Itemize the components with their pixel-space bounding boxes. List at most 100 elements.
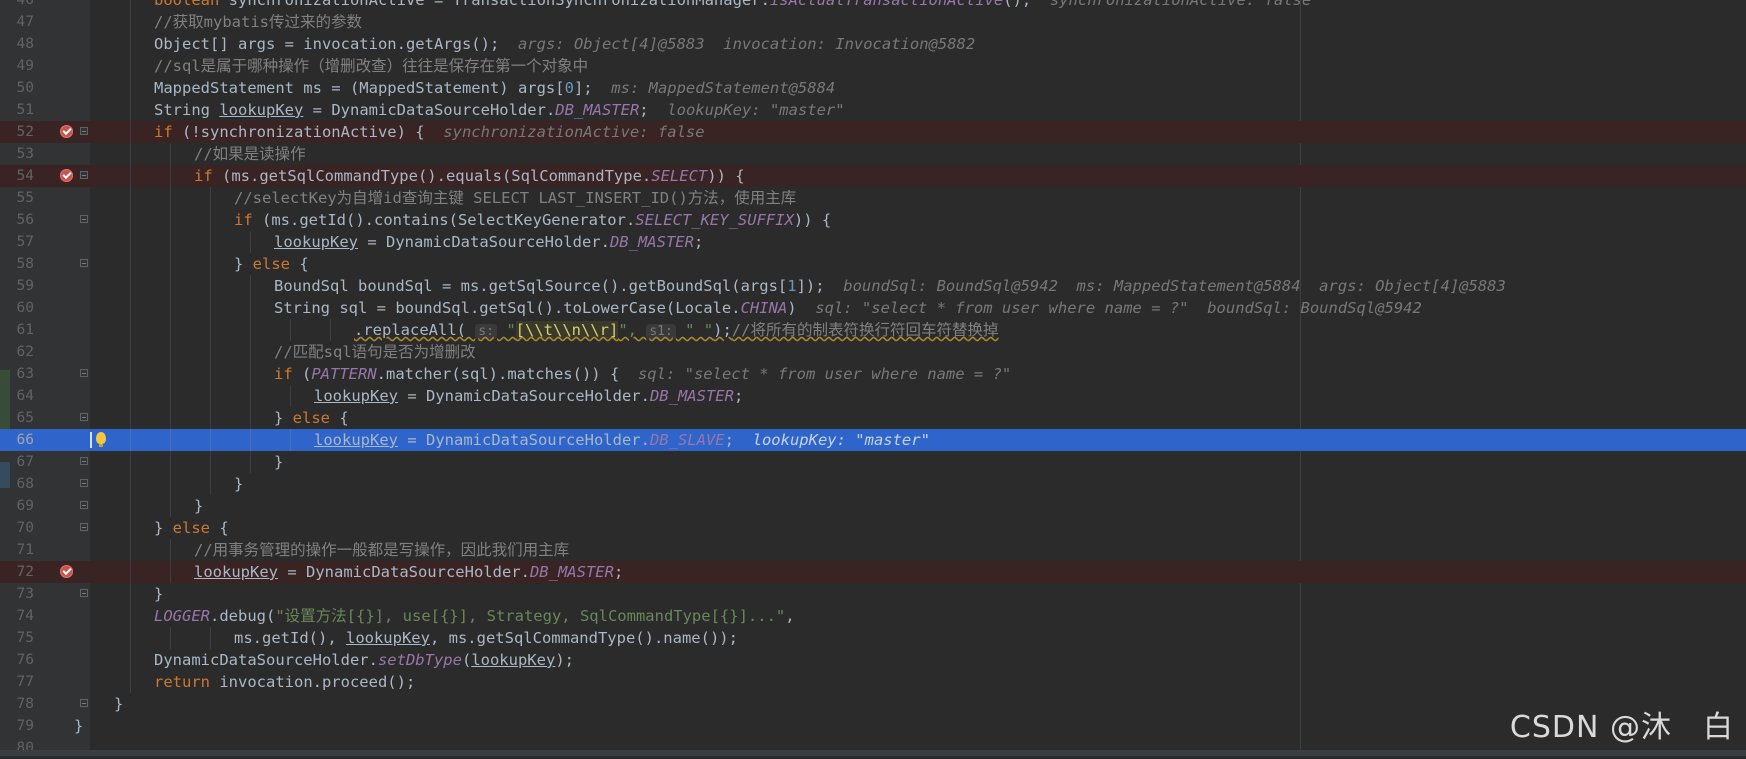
code-line[interactable]: 60 String sql = boundSql.getSql().toLower… <box>0 297 1746 319</box>
code-text[interactable]: BoundSql boundSql = ms.getSqlSource().ge… <box>274 275 1506 297</box>
breakpoint-icon[interactable] <box>60 125 73 138</box>
code-text[interactable]: //selectKey为自增id查询主键 SELECT LAST_INSERT_… <box>234 187 796 209</box>
line-number[interactable]: 53 <box>10 143 34 165</box>
code-text[interactable]: } <box>114 693 123 715</box>
line-number[interactable]: 59 <box>10 275 34 297</box>
fold-icon[interactable] <box>80 457 88 465</box>
code-line[interactable]: 47 //获取mybatis传过来的参数 <box>0 11 1746 33</box>
line-number[interactable]: 52 <box>10 121 34 143</box>
code-line[interactable]: 75 ms.getId(), lookupKey, ms.getSqlComman… <box>0 627 1746 649</box>
line-number[interactable]: 46 <box>10 0 34 11</box>
code-text[interactable]: .replaceAll( s: "[\\t\\n\\r]", s1: " ");… <box>354 319 998 343</box>
line-number[interactable]: 74 <box>10 605 34 627</box>
code-line[interactable]: 59 BoundSql boundSql = ms.getSqlSource().… <box>0 275 1746 297</box>
code-text[interactable]: MappedStatement ms = (MappedStatement) a… <box>154 77 835 99</box>
fold-icon[interactable] <box>80 501 88 509</box>
code-line[interactable]: 68} <box>0 473 1746 495</box>
code-text[interactable]: //用事务管理的操作一般都是写操作，因此我们用主库 <box>194 539 569 561</box>
code-line[interactable]: 49 //sql是属于哪种操作（增删改查）往往是保存在第一个对象中 <box>0 55 1746 77</box>
line-number[interactable]: 64 <box>10 385 34 407</box>
line-number[interactable]: 56 <box>10 209 34 231</box>
line-number[interactable]: 47 <box>10 11 34 33</box>
code-line[interactable]: 70 } else { <box>0 517 1746 539</box>
bottom-scrollbar[interactable] <box>0 750 1746 756</box>
code-line[interactable]: 46 boolean synchronizationActive = Transa… <box>0 0 1746 11</box>
code-line[interactable]: 65 } else { <box>0 407 1746 429</box>
code-text[interactable]: lookupKey = DynamicDataSourceHolder.DB_M… <box>194 561 623 583</box>
code-text[interactable]: //获取mybatis传过来的参数 <box>154 11 362 33</box>
code-text[interactable]: boolean synchronizationActive = Transact… <box>154 0 1311 11</box>
fold-icon[interactable] <box>80 523 88 531</box>
code-text[interactable]: ms.getId(), lookupKey, ms.getSqlCommandT… <box>234 627 738 649</box>
breakpoint-line[interactable]: 72 lookupKey = DynamicDataSourceHolder.DB… <box>0 561 1746 583</box>
line-number[interactable]: 51 <box>10 99 34 121</box>
code-text[interactable]: //如果是读操作 <box>194 143 306 165</box>
fold-icon[interactable] <box>80 589 88 597</box>
code-text[interactable]: lookupKey = DynamicDataSourceHolder.DB_M… <box>314 385 743 407</box>
breakpoint-icon[interactable] <box>60 565 73 578</box>
line-number[interactable]: 67 <box>10 451 34 473</box>
fold-icon[interactable] <box>80 127 88 135</box>
code-text[interactable]: } else { <box>234 253 309 275</box>
code-text[interactable]: } else { <box>274 407 349 429</box>
code-text[interactable]: if (ms.getSqlCommandType().equals(SqlCom… <box>194 165 745 187</box>
line-number[interactable]: 75 <box>10 627 34 649</box>
code-line[interactable]: 63 if (PATTERN.matcher(sql).matches()) { … <box>0 363 1746 385</box>
line-number[interactable]: 55 <box>10 187 34 209</box>
line-number[interactable]: 73 <box>10 583 34 605</box>
code-line[interactable]: 51 String lookupKey = DynamicDataSourceHo… <box>0 99 1746 121</box>
code-line[interactable]: 79} <box>0 715 1746 737</box>
line-number[interactable]: 71 <box>10 539 34 561</box>
code-text[interactable]: DynamicDataSourceHolder.setDbType(lookup… <box>154 649 574 671</box>
line-number[interactable]: 72 <box>10 561 34 583</box>
line-number[interactable]: 78 <box>10 693 34 715</box>
code-line[interactable]: 77 return invocation.proceed(); <box>0 671 1746 693</box>
code-line[interactable]: 48 Object[] args = invocation.getArgs(); … <box>0 33 1746 55</box>
line-number[interactable]: 69 <box>10 495 34 517</box>
code-line[interactable]: 71 //用事务管理的操作一般都是写操作，因此我们用主库 <box>0 539 1746 561</box>
line-number[interactable]: 68 <box>10 473 34 495</box>
bulb-icon[interactable] <box>96 432 106 447</box>
line-number[interactable]: 48 <box>10 33 34 55</box>
code-text[interactable]: lookupKey = DynamicDataSourceHolder.DB_M… <box>274 231 703 253</box>
line-number[interactable]: 61 <box>10 319 34 341</box>
line-number[interactable]: 65 <box>10 407 34 429</box>
code-text[interactable]: } <box>74 715 83 737</box>
line-number[interactable]: 77 <box>10 671 34 693</box>
code-text[interactable]: LOGGER.debug("设置方法[{}], use[{}], Strateg… <box>154 605 795 627</box>
breakpoint-line[interactable]: 52 if (!synchronizationActive) { synchron… <box>0 121 1746 143</box>
line-number[interactable]: 66 <box>10 429 34 451</box>
code-text[interactable]: String lookupKey = DynamicDataSourceHold… <box>154 99 845 121</box>
current-execution-line[interactable]: 66 lookupKey = DynamicDataSourceHolder.DB… <box>0 429 1746 451</box>
line-number[interactable]: 62 <box>10 341 34 363</box>
code-text[interactable]: if (ms.getId().contains(SelectKeyGenerat… <box>234 209 831 231</box>
code-line[interactable]: 53 //如果是读操作 <box>0 143 1746 165</box>
line-number[interactable]: 49 <box>10 55 34 77</box>
code-text[interactable]: Object[] args = invocation.getArgs(); ar… <box>154 33 975 55</box>
code-text[interactable]: if (PATTERN.matcher(sql).matches()) { sq… <box>274 363 1011 385</box>
code-text[interactable]: } <box>154 583 163 605</box>
code-text[interactable]: } <box>274 451 283 473</box>
line-number[interactable]: 70 <box>10 517 34 539</box>
fold-icon[interactable] <box>80 479 88 487</box>
code-editor[interactable]: 46 boolean synchronizationActive = Transa… <box>0 0 1746 756</box>
breakpoint-icon[interactable] <box>60 169 73 182</box>
code-text[interactable]: } <box>194 495 203 517</box>
code-line[interactable]: 69} <box>0 495 1746 517</box>
code-text[interactable]: lookupKey = DynamicDataSourceHolder.DB_S… <box>314 429 930 451</box>
code-line[interactable]: 76 DynamicDataSourceHolder.setDbType(look… <box>0 649 1746 671</box>
code-text[interactable]: } <box>234 473 243 495</box>
code-text[interactable]: String sql = boundSql.getSql().toLowerCa… <box>274 297 1422 319</box>
line-number[interactable]: 57 <box>10 231 34 253</box>
code-line[interactable]: 78} <box>0 693 1746 715</box>
code-text[interactable]: //匹配sql语句是否为增删改 <box>274 341 476 363</box>
code-line[interactable]: 55 //selectKey为自增id查询主键 SELECT LAST_INSER… <box>0 187 1746 209</box>
code-line[interactable]: 58} else { <box>0 253 1746 275</box>
code-text[interactable]: } else { <box>154 517 229 539</box>
code-line[interactable]: 57 lookupKey = DynamicDataSourceHolder.DB… <box>0 231 1746 253</box>
line-number[interactable]: 63 <box>10 363 34 385</box>
fold-icon[interactable] <box>80 369 88 377</box>
code-line[interactable]: 67} <box>0 451 1746 473</box>
code-text[interactable]: //sql是属于哪种操作（增删改查）往往是保存在第一个对象中 <box>154 55 588 77</box>
code-line[interactable]: 56 if (ms.getId().contains(SelectKeyGener… <box>0 209 1746 231</box>
